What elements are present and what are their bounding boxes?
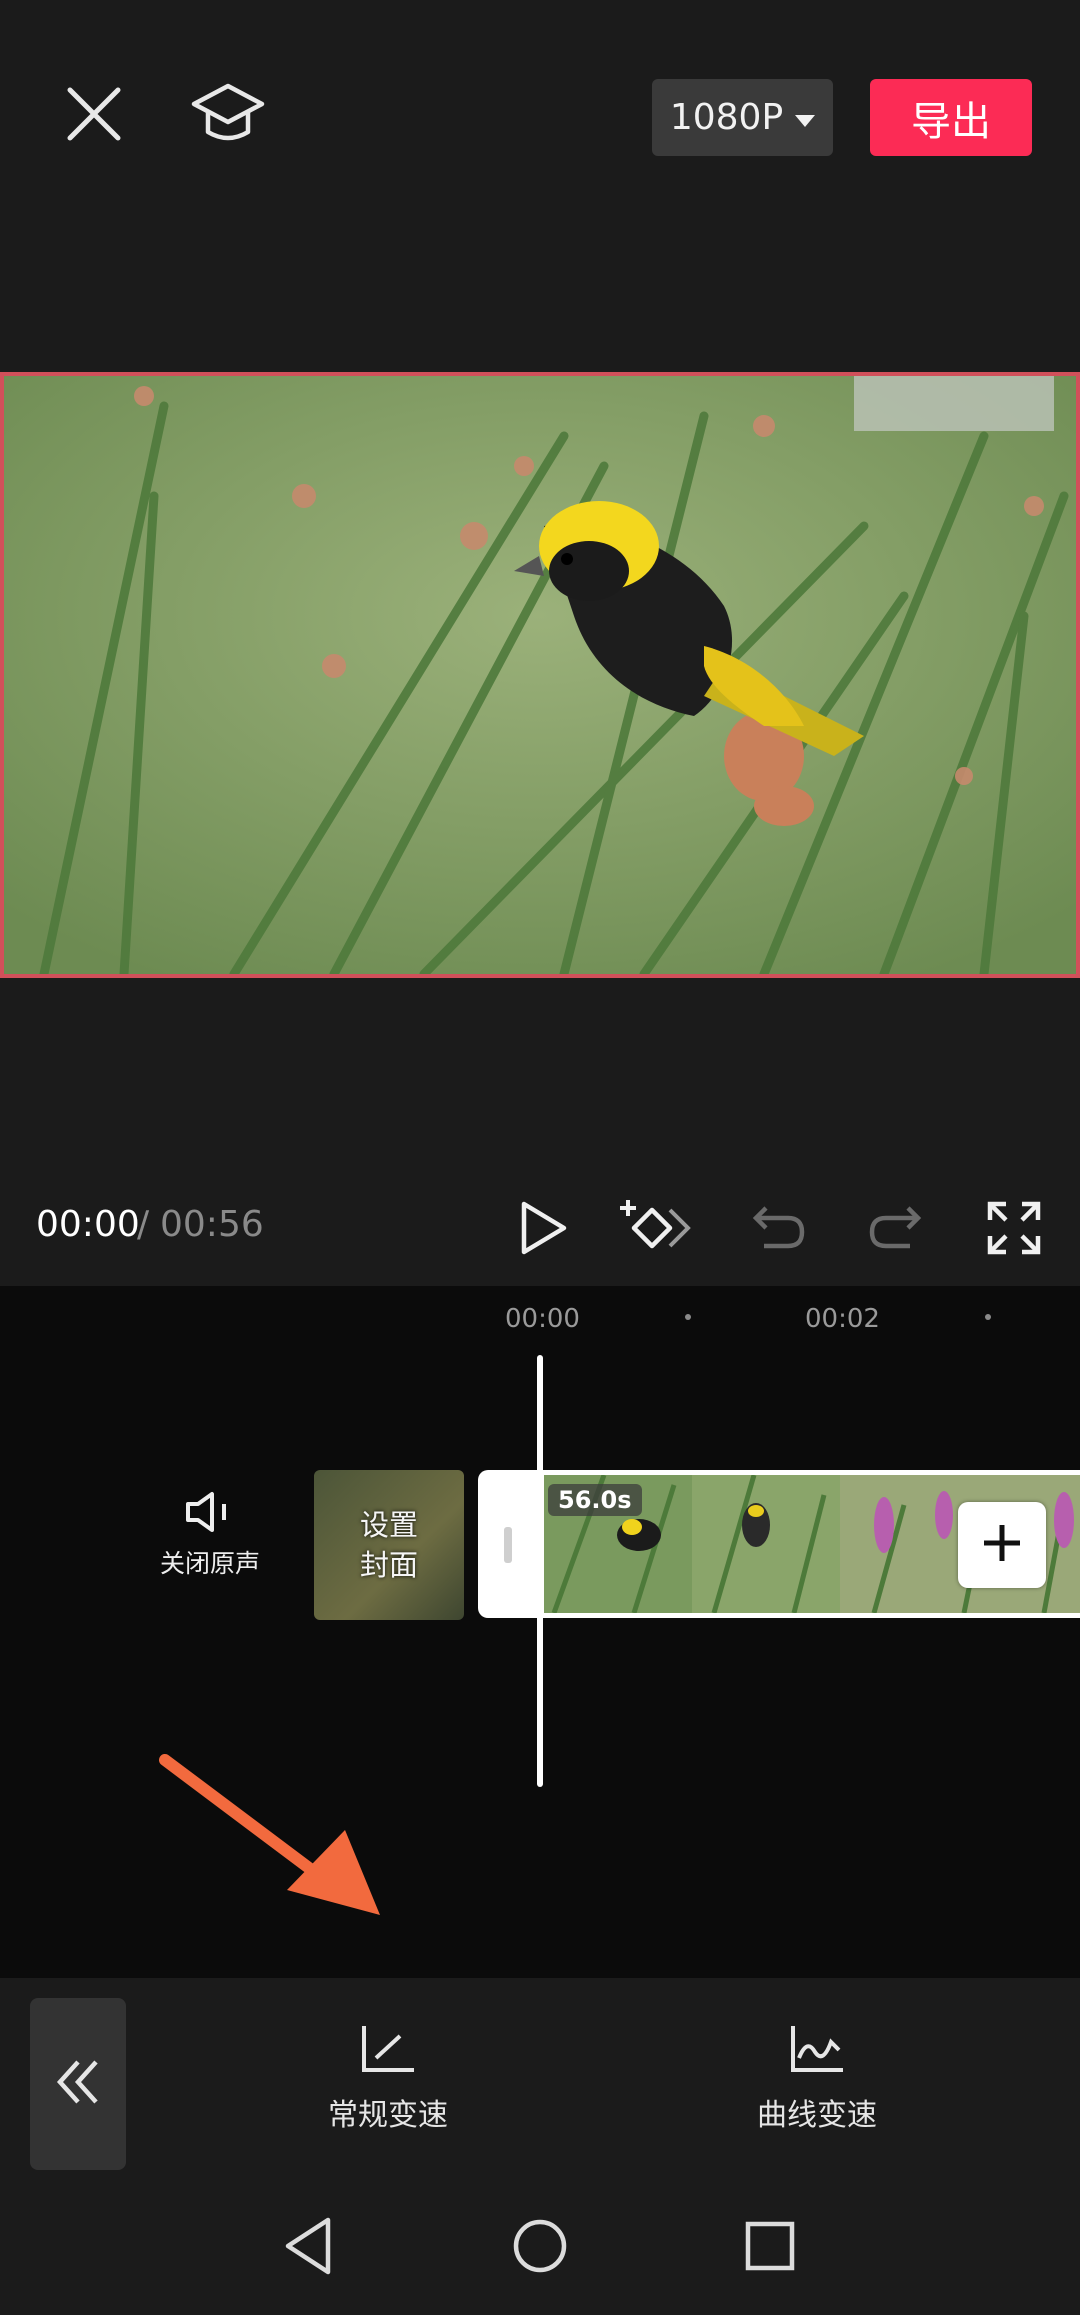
curve-speed-button[interactable]: 曲线变速: [717, 2024, 917, 2134]
redo-icon[interactable]: [866, 1196, 930, 1260]
resolution-dropdown[interactable]: 1080P: [652, 79, 833, 156]
cover-label-line: 封面: [359, 1548, 418, 1582]
double-chevron-left-icon: [56, 2058, 100, 2110]
timeline-dot: [685, 1314, 691, 1320]
play-icon[interactable]: [510, 1196, 574, 1260]
mute-original-audio-button[interactable]: 关闭原声: [140, 1490, 280, 1600]
speaker-icon: [184, 1490, 236, 1538]
mute-label: 关闭原声: [159, 1549, 260, 1578]
export-button[interactable]: 导出: [870, 79, 1032, 156]
playhead[interactable]: [537, 1355, 543, 1787]
current-time: 00:00: [36, 1204, 140, 1245]
total-duration: 00:56: [160, 1204, 264, 1245]
nav-recents-icon[interactable]: [738, 2214, 802, 2278]
video-preview[interactable]: [0, 372, 1080, 978]
curve-speed-label: 曲线变速: [757, 2098, 877, 2133]
cover-label: 设置 封面: [360, 1505, 418, 1585]
time-separator: /: [137, 1204, 150, 1245]
dropdown-caret-icon: [795, 97, 816, 138]
nav-home-icon[interactable]: [508, 2214, 572, 2278]
normal-speed-button[interactable]: 常规变速: [288, 2024, 488, 2134]
keyframe-icon[interactable]: [618, 1196, 698, 1260]
annotation-arrow-icon: [155, 1750, 385, 1920]
set-cover-button[interactable]: 设置 封面: [314, 1470, 464, 1620]
plus-icon: [982, 1523, 1022, 1567]
fullscreen-icon[interactable]: [982, 1196, 1046, 1260]
clip-trim-handle[interactable]: [504, 1527, 512, 1563]
cover-label-line: 设置: [359, 1508, 418, 1542]
timeline-tick: 00:02: [805, 1304, 880, 1334]
timeline-dot: [985, 1314, 991, 1320]
nav-back-icon[interactable]: [278, 2214, 342, 2278]
line-speed-icon: [360, 2024, 416, 2078]
timeline-tick: 00:00: [505, 1304, 580, 1334]
clip-duration-badge: 56.0s: [548, 1484, 642, 1516]
back-button[interactable]: [30, 1998, 126, 2170]
normal-speed-label: 常规变速: [328, 2098, 448, 2133]
add-clip-button[interactable]: [958, 1502, 1046, 1588]
graduation-cap-icon[interactable]: [190, 78, 266, 150]
resolution-label: 1080P: [669, 97, 784, 138]
close-icon[interactable]: [62, 82, 126, 146]
undo-icon[interactable]: [744, 1196, 808, 1260]
video-frame-image: [4, 376, 1076, 974]
curve-speed-icon: [789, 2024, 845, 2078]
